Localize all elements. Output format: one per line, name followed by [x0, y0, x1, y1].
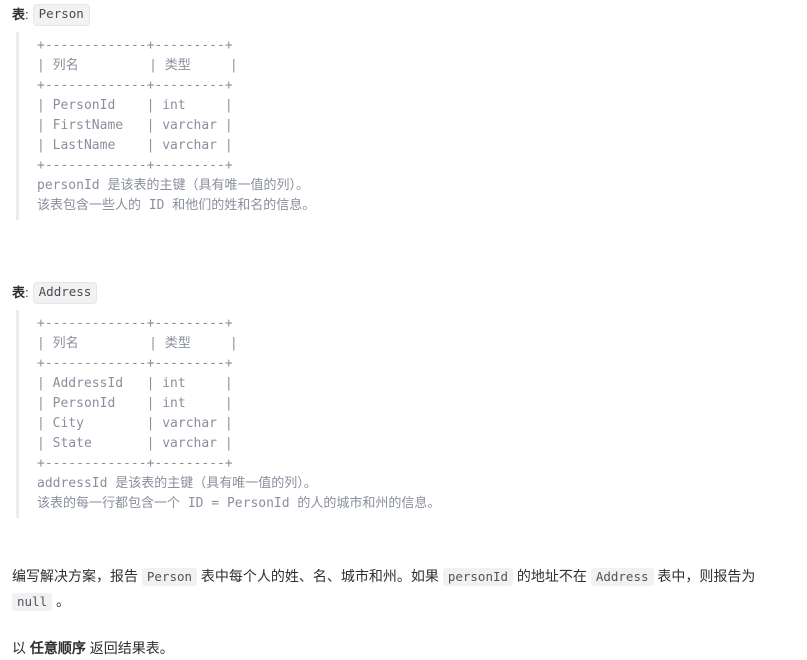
- problem-description-page: 表: Person +-------------+---------+ | 列名 …: [0, 0, 807, 660]
- task-inline-code-person: Person: [141, 568, 198, 586]
- address-table-name-badge: Address: [32, 282, 98, 304]
- task-text-part5: 。: [52, 593, 70, 609]
- order-note-prefix: 以: [12, 640, 30, 656]
- task-paragraph: 编写解决方案，报告 Person 表中每个人的姓、名、城市和州。如果 perso…: [12, 564, 795, 614]
- task-text-part4: 表中，则报告为: [653, 568, 756, 584]
- address-schema-text: +-------------+---------+ | 列名 | 类型 | +-…: [37, 316, 441, 511]
- address-table-label: 表: Address: [12, 282, 795, 304]
- task-inline-code-null: null: [12, 593, 53, 611]
- task-text-part3: 的地址不在: [513, 568, 591, 584]
- task-text-part1: 编写解决方案，报告: [12, 568, 142, 584]
- person-table-label-colon: :: [25, 7, 29, 22]
- order-note-suffix: 返回结果表。: [85, 640, 174, 656]
- person-schema-text: +-------------+---------+ | 列名 | 类型 | +-…: [37, 38, 316, 213]
- person-table-name-badge: Person: [32, 4, 90, 26]
- task-text-part2: 表中每个人的姓、名、城市和州。如果: [197, 568, 443, 584]
- order-note-paragraph: 以 任意顺序 返回结果表。: [12, 636, 795, 660]
- address-table-label-prefix: 表: [12, 285, 26, 300]
- person-schema-code-block: +-------------+---------+ | 列名 | 类型 | +-…: [16, 32, 795, 220]
- person-table-label: 表: Person: [12, 4, 795, 26]
- address-schema-code-block: +-------------+---------+ | 列名 | 类型 | +-…: [16, 310, 795, 518]
- order-note-emphasis: 任意顺序: [29, 640, 86, 656]
- person-table-label-prefix: 表: [12, 7, 26, 22]
- address-table-label-colon: :: [25, 285, 29, 300]
- task-inline-code-address: Address: [590, 568, 654, 586]
- task-inline-code-personid: personId: [442, 568, 514, 586]
